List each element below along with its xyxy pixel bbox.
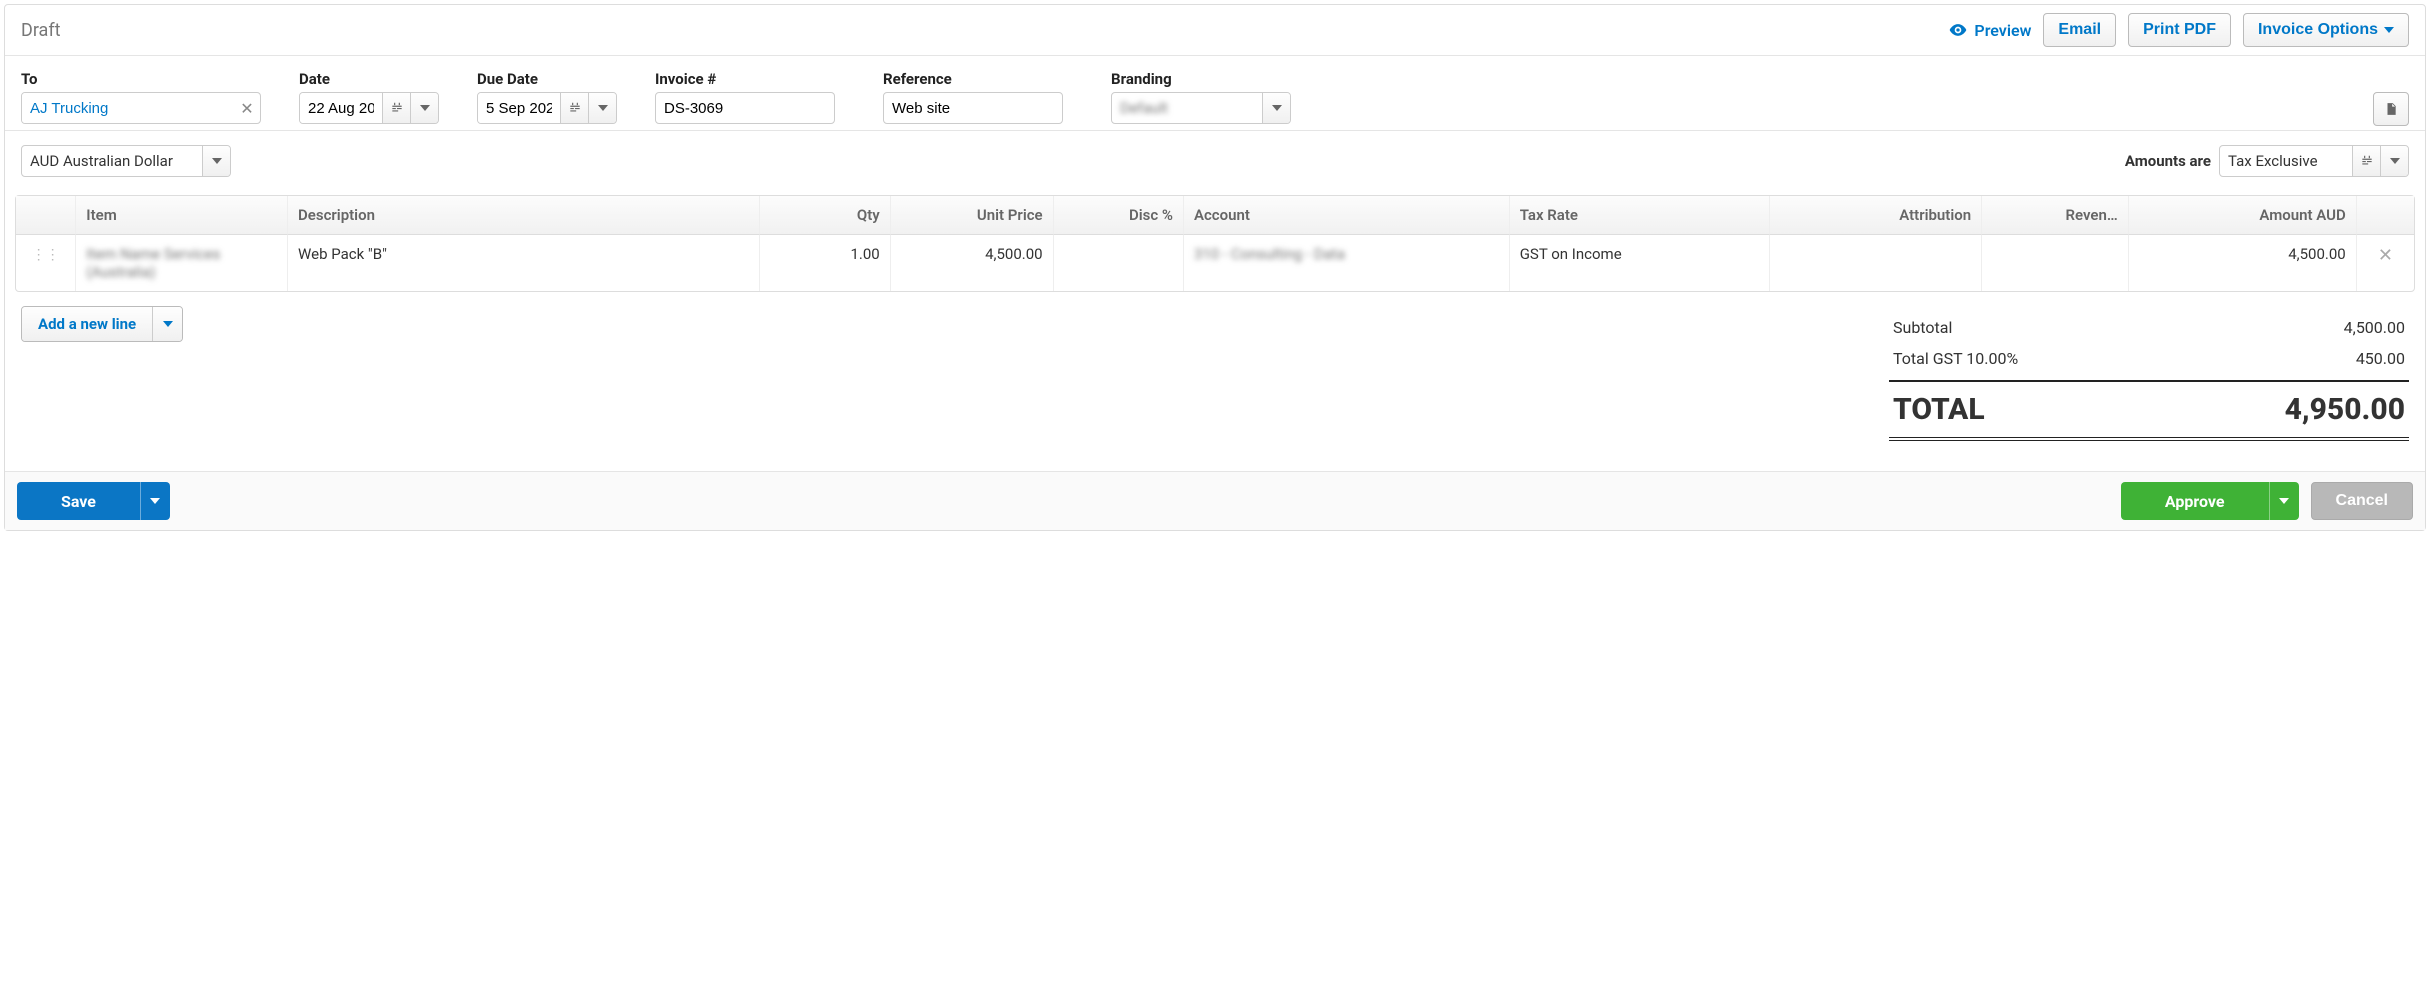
add-line-dropdown[interactable] <box>152 307 182 341</box>
gst-label: Total GST 10.00% <box>1893 349 2018 368</box>
col-tax-rate[interactable]: Tax Rate <box>1510 196 1771 235</box>
to-field[interactable]: ✕ <box>21 92 261 124</box>
reference-label: Reference <box>883 70 1083 88</box>
preview-button[interactable]: Preview <box>1948 20 2031 40</box>
panel-header: Draft Preview Email Print PDF Invoice Op… <box>5 5 2425 56</box>
amounts-dropdown[interactable] <box>2380 146 2408 176</box>
totals: Subtotal 4,500.00 Total GST 10.00% 450.0… <box>1889 312 2409 441</box>
currency-field[interactable]: AUD Australian Dollar <box>21 145 231 177</box>
chevron-down-icon <box>163 321 173 327</box>
print-pdf-button[interactable]: Print PDF <box>2128 13 2231 47</box>
cell-account[interactable]: 310 - Consulting - Data <box>1184 235 1510 291</box>
chevron-down-icon <box>2390 158 2400 164</box>
below-table: Add a new line Subtotal 4,500.00 Total G… <box>5 292 2425 471</box>
cell-item[interactable]: Item Name Services (Australia) <box>76 235 288 291</box>
col-item[interactable]: Item <box>76 196 288 235</box>
email-button[interactable]: Email <box>2043 13 2116 47</box>
gst-row: Total GST 10.00% 450.00 <box>1889 343 2409 374</box>
col-description[interactable]: Description <box>288 196 760 235</box>
fields-row-1: To ✕ Date Due Date <box>5 56 2425 131</box>
approve-dropdown[interactable] <box>2269 482 2299 520</box>
col-unit-price[interactable]: Unit Price <box>891 196 1054 235</box>
cell-qty[interactable]: 1.00 <box>760 235 890 291</box>
drag-handle-icon[interactable]: ⋮⋮ <box>32 247 60 263</box>
col-qty[interactable]: Qty <box>760 196 890 235</box>
gst-value: 450.00 <box>2356 349 2405 368</box>
due-date-label: Due Date <box>477 70 627 88</box>
add-line-button[interactable]: Add a new line <box>21 306 183 342</box>
date-input[interactable] <box>300 93 382 123</box>
save-dropdown[interactable] <box>140 482 170 520</box>
table-header-row: Item Description Qty Unit Price Disc % A… <box>16 196 2414 235</box>
col-attribution[interactable]: Attribution <box>1770 196 1982 235</box>
delete-line-icon[interactable]: ✕ <box>2378 245 2393 266</box>
invoice-options-button[interactable]: Invoice Options <box>2243 13 2409 47</box>
to-label: To <box>21 70 271 88</box>
due-date-input[interactable] <box>478 93 560 123</box>
col-amount[interactable]: Amount AUD <box>2129 196 2357 235</box>
branding-label: Branding <box>1111 70 1301 88</box>
amounts-are-field[interactable]: Tax Exclusive <box>2219 145 2409 177</box>
subtotal-label: Subtotal <box>1893 318 1952 337</box>
chevron-down-icon <box>150 498 160 504</box>
cell-unit-price[interactable]: 4,500.00 <box>891 235 1054 291</box>
col-disc[interactable]: Disc % <box>1054 196 1184 235</box>
line-items-table: Item Description Qty Unit Price Disc % A… <box>15 195 2415 292</box>
total-label: TOTAL <box>1893 392 1985 427</box>
chevron-down-icon <box>2384 27 2394 33</box>
cell-description[interactable]: Web Pack "B" <box>288 235 760 291</box>
subtotal-row: Subtotal 4,500.00 <box>1889 312 2409 343</box>
file-icon <box>2384 102 2398 116</box>
amounts-config-icon[interactable] <box>2352 146 2380 176</box>
to-input[interactable] <box>22 93 234 123</box>
cell-revenue[interactable] <box>1982 235 2129 291</box>
amounts-are-value: Tax Exclusive <box>2220 146 2352 176</box>
invoice-status: Draft <box>21 20 61 41</box>
branding-dropdown[interactable] <box>1262 93 1290 123</box>
col-revenue[interactable]: Reven… <box>1982 196 2129 235</box>
invoice-no-label: Invoice # <box>655 70 855 88</box>
currency-value: AUD Australian Dollar <box>22 146 202 176</box>
cell-attribution[interactable] <box>1770 235 1982 291</box>
currency-dropdown[interactable] <box>202 146 230 176</box>
fields-row-2: AUD Australian Dollar Amounts are Tax Ex… <box>5 131 2425 195</box>
date-field[interactable] <box>299 92 439 124</box>
approve-button[interactable]: Approve <box>2121 482 2299 520</box>
branding-value: Default <box>1112 93 1262 123</box>
cell-tax-rate[interactable]: GST on Income <box>1510 235 1771 291</box>
date-config-icon[interactable] <box>382 93 410 123</box>
due-date-config-icon[interactable] <box>560 93 588 123</box>
reference-input[interactable] <box>883 92 1063 124</box>
invoice-no-input[interactable] <box>655 92 835 124</box>
subtotal-value: 4,500.00 <box>2344 318 2405 337</box>
clear-to-icon[interactable]: ✕ <box>234 93 260 123</box>
amounts-are: Amounts are Tax Exclusive <box>2125 145 2409 177</box>
header-actions: Preview Email Print PDF Invoice Options <box>1948 13 2409 47</box>
date-label: Date <box>299 70 449 88</box>
panel-footer: Save Approve Cancel <box>5 471 2425 530</box>
branding-field[interactable]: Default <box>1111 92 1291 124</box>
cell-amount[interactable]: 4,500.00 <box>2129 235 2357 291</box>
chevron-down-icon <box>1272 105 1282 111</box>
table-row[interactable]: ⋮⋮ Item Name Services (Australia) Web Pa… <box>16 235 2414 291</box>
total-row: TOTAL 4,950.00 <box>1889 380 2409 441</box>
chevron-down-icon <box>212 158 222 164</box>
due-date-field[interactable] <box>477 92 617 124</box>
save-button[interactable]: Save <box>17 482 170 520</box>
preview-label: Preview <box>1974 21 2031 40</box>
chevron-down-icon <box>2279 498 2289 504</box>
col-account[interactable]: Account <box>1184 196 1510 235</box>
cancel-button[interactable]: Cancel <box>2311 482 2413 520</box>
chevron-down-icon <box>598 105 608 111</box>
chevron-down-icon <box>420 105 430 111</box>
due-date-dropdown[interactable] <box>588 93 616 123</box>
attach-file-button[interactable] <box>2373 92 2409 126</box>
date-dropdown[interactable] <box>410 93 438 123</box>
total-value: 4,950.00 <box>2285 392 2405 427</box>
invoice-panel: Draft Preview Email Print PDF Invoice Op… <box>4 4 2426 531</box>
amounts-are-label: Amounts are <box>2125 152 2211 170</box>
cell-disc[interactable] <box>1054 235 1184 291</box>
eye-icon <box>1948 20 1968 40</box>
